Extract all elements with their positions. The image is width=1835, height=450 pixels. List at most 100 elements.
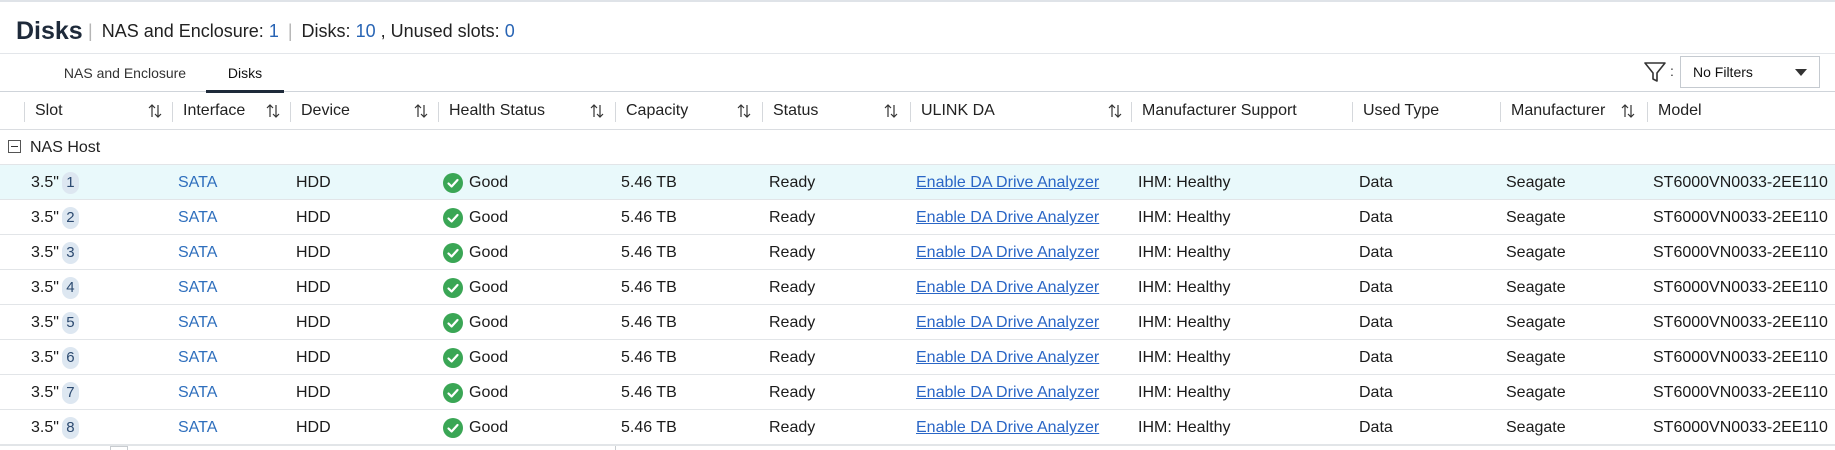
health-status-cell: Good	[469, 279, 509, 296]
enable-da-drive-analyzer-link[interactable]: Enable DA Drive Analyzer	[916, 340, 1099, 375]
used-type-cell: Data	[1359, 419, 1393, 436]
summary-divider: |	[287, 21, 293, 41]
summary-unused-count: 0	[504, 21, 515, 41]
health-status-cell: Good	[469, 384, 509, 401]
table-row[interactable]: 3.5" 2 SATA HDD Good 5.46 TB Ready Enable…	[0, 200, 1835, 235]
sort-icon[interactable]	[589, 103, 605, 119]
column-separator	[1131, 102, 1132, 122]
model-cell: ST6000VN0033-2EE110	[1653, 314, 1828, 331]
table-row[interactable]: 3.5" 6 SATA HDD Good 5.46 TB Ready Enable…	[0, 340, 1835, 375]
slot-size: 3.5"	[31, 209, 59, 226]
sort-icon[interactable]	[736, 103, 752, 119]
interface-link[interactable]: SATA	[178, 375, 217, 410]
manufacturer-support-cell: IHM: Healthy	[1138, 209, 1231, 226]
enable-da-drive-analyzer-link[interactable]: Enable DA Drive Analyzer	[916, 235, 1099, 270]
capacity-cell: 5.46 TB	[621, 349, 677, 366]
enable-da-drive-analyzer-link[interactable]: Enable DA Drive Analyzer	[916, 410, 1099, 445]
used-type-cell: Data	[1359, 174, 1393, 191]
column-header-capacity[interactable]: Capacity	[626, 92, 688, 130]
model-cell: ST6000VN0033-2EE110	[1653, 209, 1828, 226]
enable-da-drive-analyzer-link[interactable]: Enable DA Drive Analyzer	[916, 165, 1099, 200]
sort-icon[interactable]	[147, 103, 163, 119]
table-row[interactable]: 3.5" 7 SATA HDD Good 5.46 TB Ready Enable…	[0, 375, 1835, 410]
tab-bar: NAS and Enclosure Disks	[0, 54, 1835, 93]
health-status-cell: Good	[469, 419, 509, 436]
device-cell: HDD	[296, 314, 331, 331]
sort-icon[interactable]	[413, 103, 429, 119]
manufacturer-cell: Seagate	[1506, 384, 1566, 401]
interface-link[interactable]: SATA	[178, 270, 217, 305]
column-separator	[24, 102, 25, 122]
column-header-ulink-da[interactable]: ULINK DA	[921, 92, 995, 130]
slot-number-badge: 4	[61, 277, 79, 299]
column-header-status[interactable]: Status	[773, 92, 818, 130]
health-status-cell: Good	[469, 349, 509, 366]
collapse-icon[interactable]	[8, 140, 21, 153]
sort-icon[interactable]	[1620, 103, 1636, 119]
device-cell: HDD	[296, 279, 331, 296]
table-row[interactable]: 3.5" 1 SATA HDD Good 5.46 TB Ready Enable…	[0, 165, 1835, 200]
check-circle-icon	[443, 278, 463, 298]
slot-number-badge: 5	[61, 312, 79, 334]
capacity-cell: 5.46 TB	[621, 419, 677, 436]
status-cell: Ready	[769, 244, 816, 261]
slot-number-badge: 7	[61, 382, 79, 404]
enable-da-drive-analyzer-link[interactable]: Enable DA Drive Analyzer	[916, 200, 1099, 235]
filter-selected-value: No Filters	[1693, 64, 1753, 80]
tab-disks[interactable]: Disks	[206, 54, 284, 93]
status-cell: Ready	[769, 174, 816, 191]
table-row[interactable]: 3.5" 3 SATA HDD Good 5.46 TB Ready Enable…	[0, 235, 1835, 270]
model-cell: ST6000VN0033-2EE110	[1653, 279, 1828, 296]
enable-da-drive-analyzer-link[interactable]: Enable DA Drive Analyzer	[916, 305, 1099, 340]
column-header-used-type[interactable]: Used Type	[1363, 92, 1439, 130]
manufacturer-cell: Seagate	[1506, 174, 1566, 191]
used-type-cell: Data	[1359, 384, 1393, 401]
column-separator	[1500, 102, 1501, 122]
table-row[interactable]: 3.5" 5 SATA HDD Good 5.46 TB Ready Enable…	[0, 305, 1835, 340]
table-bottom-border	[0, 445, 1835, 446]
model-cell: ST6000VN0033-2EE110	[1653, 384, 1828, 401]
column-header-health-status[interactable]: Health Status	[449, 92, 545, 130]
table-row[interactable]: 3.5" 4 SATA HDD Good 5.46 TB Ready Enable…	[0, 270, 1835, 305]
table-row[interactable]: 3.5" 8 SATA HDD Good 5.46 TB Ready Enable…	[0, 410, 1835, 445]
sort-icon[interactable]	[883, 103, 899, 119]
sort-icon[interactable]	[265, 103, 281, 119]
summary-nas-label: NAS and Enclosure:	[101, 21, 264, 41]
column-header-manufacturer[interactable]: Manufacturer	[1511, 92, 1605, 130]
used-type-cell: Data	[1359, 314, 1393, 331]
slot-size: 3.5"	[31, 384, 59, 401]
enable-da-drive-analyzer-link[interactable]: Enable DA Drive Analyzer	[916, 270, 1099, 305]
check-circle-icon	[443, 243, 463, 263]
enable-da-drive-analyzer-link[interactable]: Enable DA Drive Analyzer	[916, 375, 1099, 410]
slot-size: 3.5"	[31, 314, 59, 331]
interface-link[interactable]: SATA	[178, 235, 217, 270]
column-header-model[interactable]: Model	[1658, 92, 1702, 130]
tab-nas-and-enclosure[interactable]: NAS and Enclosure	[54, 54, 196, 92]
column-header-manufacturer-support[interactable]: Manufacturer Support	[1142, 92, 1297, 130]
manufacturer-cell: Seagate	[1506, 244, 1566, 261]
slot-cell: 3.5" 2	[31, 200, 79, 235]
health-status-cell: Good	[469, 314, 509, 331]
interface-link[interactable]: SATA	[178, 200, 217, 235]
slot-size: 3.5"	[31, 279, 59, 296]
column-header-slot[interactable]: Slot	[35, 92, 63, 130]
status-cell: Ready	[769, 384, 816, 401]
interface-link[interactable]: SATA	[178, 165, 217, 200]
page-title: Disks	[16, 17, 83, 45]
interface-link[interactable]: SATA	[178, 410, 217, 445]
sort-icon[interactable]	[1107, 103, 1123, 119]
slot-number-badge: 1	[61, 172, 79, 194]
column-header-interface[interactable]: Interface	[183, 92, 245, 130]
column-header-device[interactable]: Device	[301, 92, 350, 130]
slot-size: 3.5"	[31, 174, 59, 191]
status-cell: Ready	[769, 349, 816, 366]
filter-icon[interactable]	[1643, 60, 1667, 84]
capacity-cell: 5.46 TB	[621, 244, 677, 261]
slot-size: 3.5"	[31, 419, 59, 436]
interface-link[interactable]: SATA	[178, 305, 217, 340]
interface-link[interactable]: SATA	[178, 340, 217, 375]
capacity-cell: 5.46 TB	[621, 279, 677, 296]
filter-dropdown[interactable]: No Filters	[1680, 56, 1820, 88]
summary-unused-label: , Unused slots:	[380, 21, 500, 41]
check-circle-icon	[443, 383, 463, 403]
